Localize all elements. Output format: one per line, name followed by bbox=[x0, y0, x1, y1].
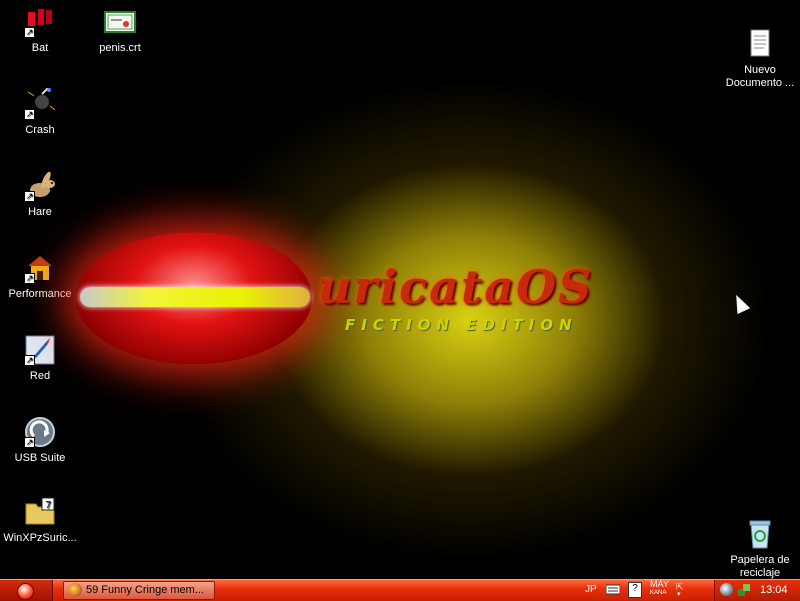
keyboard-icon[interactable] bbox=[605, 583, 621, 599]
shortcut-arrow-icon: ↗ bbox=[24, 109, 35, 120]
desktop-icon-label: Bat bbox=[31, 42, 49, 54]
desktop-icon-label: USB Suite bbox=[14, 452, 66, 464]
desktop-icon-label: WinXPzSuric... bbox=[3, 532, 77, 544]
firefox-icon bbox=[68, 583, 82, 597]
start-button[interactable] bbox=[0, 580, 53, 601]
desktop-icon-certificate[interactable]: penis.crt bbox=[80, 6, 160, 55]
svg-text:7: 7 bbox=[45, 500, 51, 511]
desktop-icon-label: Crash bbox=[25, 124, 55, 136]
bat-icon: ↗ bbox=[24, 6, 56, 38]
shortcut-arrow-icon: ↗ bbox=[24, 355, 35, 366]
desktop-icon-label: Hare bbox=[28, 206, 52, 218]
taskbar-window-button[interactable]: 59 Funny Cringe mem... bbox=[63, 581, 215, 600]
desktop-icon-label: penis.crt bbox=[99, 42, 141, 54]
desktop[interactable]: ↗ Bat penis.crt ↗ Crash ↗ Hare ↗ Perform… bbox=[0, 0, 800, 579]
wallpaper-logo-subtext: FICTION EDITION bbox=[345, 316, 578, 334]
shortcut-arrow-icon: ↗ bbox=[24, 191, 35, 202]
desktop-icon-performance[interactable]: ↗ Performance bbox=[0, 252, 80, 301]
language-bar[interactable]: JP ? MAY KANA ⇱ ▾ bbox=[575, 580, 705, 601]
taskbar: 59 Funny Cringe mem... JP ? MAY KANA ⇱ ▾… bbox=[0, 579, 800, 601]
help-icon[interactable]: ? bbox=[628, 582, 642, 598]
shortcut-arrow-icon: ↗ bbox=[24, 273, 35, 284]
desktop-icon-label: Performance bbox=[8, 288, 72, 300]
language-indicator[interactable]: JP bbox=[585, 584, 597, 596]
tray-app-icon[interactable] bbox=[720, 583, 733, 596]
tray-network-icon[interactable] bbox=[737, 583, 751, 600]
wallpaper-logo-bar bbox=[80, 287, 310, 307]
desktop-icon-folder[interactable]: 7 WinXPzSuric... bbox=[0, 496, 80, 545]
desktop-icon-bat[interactable]: ↗ Bat bbox=[0, 6, 80, 55]
ime-mode-bottom[interactable]: KANA bbox=[650, 590, 666, 597]
clock[interactable]: 13:04 bbox=[760, 584, 788, 596]
system-tray: 13:04 bbox=[714, 580, 800, 601]
certificate-icon bbox=[104, 6, 136, 38]
crash-icon: ↗ bbox=[24, 87, 56, 120]
desktop-icon-recycle-bin[interactable]: Papelera de reciclaje bbox=[720, 494, 800, 579]
desktop-icon-red[interactable]: ↗ Red bbox=[0, 334, 80, 383]
wallpaper-logo-text: uricataOS bbox=[318, 260, 594, 314]
desktop-icon-label: Papelera de reciclaje bbox=[730, 554, 790, 579]
hare-icon: ↗ bbox=[24, 170, 56, 202]
taskbar-window-label: 59 Funny Cringe mem... bbox=[86, 584, 204, 596]
shortcut-arrow-icon: ↗ bbox=[24, 27, 35, 38]
desktop-icon-label: Red bbox=[29, 370, 51, 382]
mouse-cursor-icon bbox=[729, 291, 751, 315]
start-orb-icon bbox=[17, 583, 34, 600]
desktop-icon-label: Nuevo Documento ... bbox=[725, 64, 795, 89]
recycle-bin-icon bbox=[744, 506, 776, 549]
desktop-icon-hare[interactable]: ↗ Hare bbox=[0, 170, 80, 219]
desktop-icon-crash[interactable]: ↗ Crash bbox=[0, 87, 80, 137]
options-arrow-icon[interactable]: ▾ bbox=[677, 591, 681, 598]
desktop-icon-new-document[interactable]: Nuevo Documento ... bbox=[720, 4, 800, 102]
shortcut-arrow-icon: ↗ bbox=[24, 437, 35, 448]
document-icon bbox=[744, 16, 776, 57]
desktop-icon-usb-suite[interactable]: ↗ USB Suite bbox=[0, 416, 80, 465]
ime-mode-top[interactable]: MAY bbox=[650, 580, 669, 589]
folder-icon: 7 bbox=[24, 496, 56, 528]
rocket-icon: ↗ bbox=[24, 334, 56, 366]
performance-icon: ↗ bbox=[24, 252, 56, 284]
usb-suite-icon: ↗ bbox=[24, 416, 56, 448]
